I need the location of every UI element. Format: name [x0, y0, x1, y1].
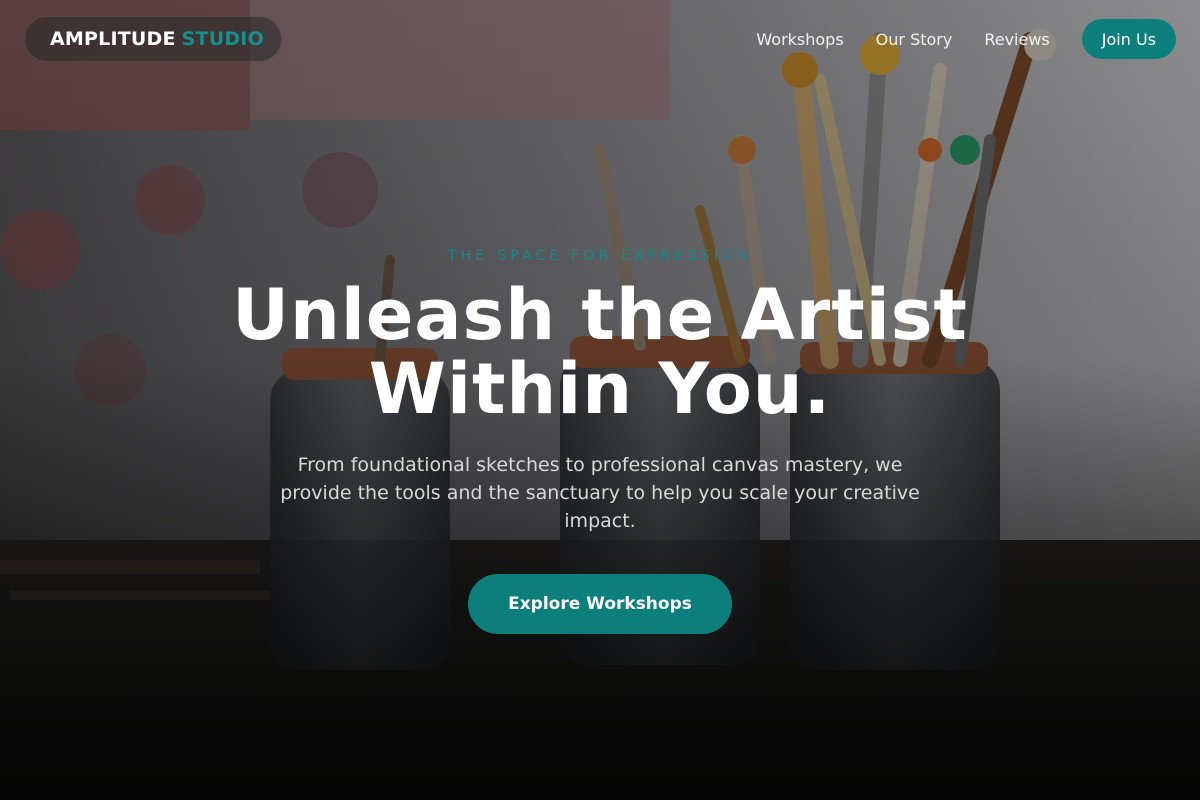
main-navigation: Workshops Our Story Reviews Join Us: [756, 19, 1176, 59]
join-us-button[interactable]: Join Us: [1081, 19, 1176, 59]
landing-page: AMPLITUDE STUDIO Workshops Our Story Rev…: [0, 0, 1200, 800]
hero-cta-container: Explore Workshops: [0, 574, 1200, 634]
brand-logo[interactable]: AMPLITUDE STUDIO: [24, 16, 282, 62]
hero-headline-line-2: Within You.: [368, 348, 832, 430]
hero-eyebrow: THE SPACE FOR EXPRESSION: [447, 248, 753, 264]
nav-link-workshops[interactable]: Workshops: [756, 30, 843, 49]
brand-name-accent: STUDIO: [181, 28, 264, 50]
explore-workshops-button[interactable]: Explore Workshops: [468, 574, 732, 634]
nav-link-our-story[interactable]: Our Story: [876, 30, 953, 49]
brand-name-primary: AMPLITUDE: [50, 28, 176, 50]
hero-headline: Unleash the Artist Within You.: [0, 278, 1200, 426]
nav-link-reviews[interactable]: Reviews: [984, 30, 1049, 49]
hero-subcopy: From foundational sketches to profession…: [280, 454, 920, 532]
hero-headline-line-1: Unleash the Artist: [232, 274, 968, 356]
